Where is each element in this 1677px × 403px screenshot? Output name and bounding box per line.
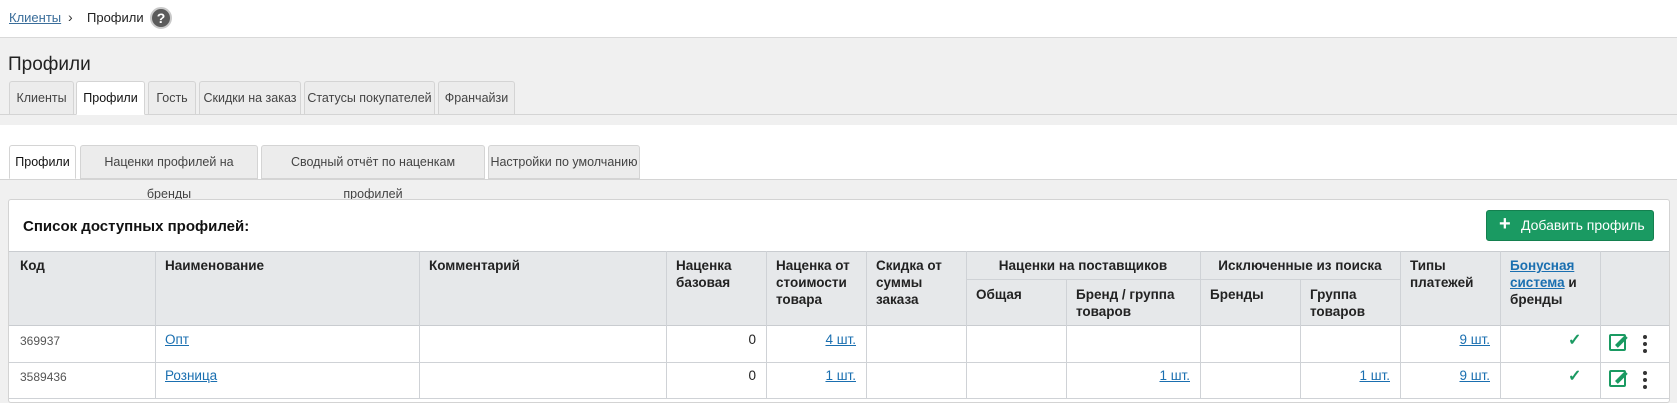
tab-profiles[interactable]: Профили — [76, 81, 145, 115]
row2-name-link[interactable]: Розница — [165, 368, 217, 383]
top-bar: Клиенты › Профили ? — [0, 0, 1677, 38]
header-base-markup: Наценка базовая — [676, 258, 732, 290]
add-profile-label: Добавить профиль — [1521, 217, 1645, 233]
header-bonus: Бонусная система и бренды — [1510, 257, 1596, 308]
header-code: Код — [20, 258, 45, 273]
header-payment-types: Типы платежей — [1410, 258, 1474, 290]
add-profile-button[interactable]: + Добавить профиль — [1486, 210, 1654, 241]
sub-tabs-divider — [0, 179, 1677, 180]
breadcrumb-separator: › — [68, 9, 73, 25]
header-comment: Комментарий — [429, 258, 520, 273]
subtab-summary-report[interactable]: Сводный отчёт по наценкам профилей — [261, 145, 485, 201]
row2-code: 3589436 — [20, 370, 67, 384]
row1-payment-types-link[interactable]: 9 шт. — [1400, 332, 1490, 347]
row1-name-link[interactable]: Опт — [165, 332, 189, 347]
row-divider — [9, 398, 1669, 399]
row2-cost-markup-link[interactable]: 1 шт. — [766, 368, 856, 383]
header-excluded: Исключенные из поиска — [1218, 258, 1382, 273]
check-icon: ✓ — [1568, 368, 1582, 385]
tab-clients[interactable]: Клиенты — [9, 81, 74, 115]
row1-code: 369937 — [20, 334, 61, 348]
plus-icon: + — [1499, 213, 1511, 235]
subtab-brand-markups[interactable]: Наценки профилей на бренды — [80, 145, 258, 201]
header-excluded-groups: Группа товаров — [1310, 287, 1366, 319]
tab-franchisees[interactable]: Франчайзи — [438, 81, 515, 115]
tab-guest[interactable]: Гость — [148, 81, 196, 115]
panel-title: Список доступных профилей: — [23, 218, 250, 235]
check-icon: ✓ — [1568, 332, 1582, 349]
header-cost-markup: Наценка от стоимости товара — [776, 258, 850, 307]
header-supplier-markups: Наценки на поставщиков — [998, 258, 1168, 273]
breadcrumb-clients-link[interactable]: Клиенты — [9, 10, 61, 25]
edit-icon[interactable] — [1609, 370, 1626, 387]
header-excluded-brands: Бренды — [1210, 287, 1264, 302]
col-divider — [1500, 251, 1501, 399]
help-icon[interactable]: ? — [150, 7, 172, 29]
col-divider — [1600, 251, 1601, 399]
row2-base-markup: 0 — [748, 368, 756, 383]
subtab-default-settings[interactable]: Настройки по умолчанию — [488, 145, 640, 179]
edit-icon[interactable] — [1609, 334, 1626, 351]
row2-payment-types-link[interactable]: 9 шт. — [1400, 368, 1490, 383]
page-title: Профили — [8, 54, 91, 75]
col-divider — [155, 251, 156, 399]
more-vertical-icon[interactable] — [1643, 371, 1647, 392]
col-divider — [419, 251, 420, 399]
tab-customer-statuses[interactable]: Статусы покупателей — [304, 81, 435, 115]
more-vertical-icon[interactable] — [1643, 335, 1647, 356]
col-divider — [866, 251, 867, 399]
row-divider — [9, 362, 1669, 363]
row2-excluded-groups-link[interactable]: 1 шт. — [1300, 368, 1390, 383]
header-supplier-brand-group: Бренд / группа товаров — [1076, 287, 1175, 319]
bonus-system-link[interactable]: Бонусная система — [1510, 258, 1574, 290]
header-name: Наименование — [165, 258, 265, 273]
tab-order-discounts[interactable]: Скидки на заказ — [199, 81, 301, 115]
row1-cost-markup-link[interactable]: 4 шт. — [766, 332, 856, 347]
header-order-discount: Скидка от суммы заказа — [876, 258, 942, 307]
header-supplier-general: Общая — [976, 287, 1022, 302]
group-header-divider — [966, 279, 1400, 280]
subtab-profiles[interactable]: Профили — [9, 145, 76, 179]
row1-base-markup: 0 — [748, 332, 756, 347]
row2-supplier-brand-group-link[interactable]: 1 шт. — [1066, 368, 1190, 383]
breadcrumb-current: Профили — [87, 10, 144, 25]
